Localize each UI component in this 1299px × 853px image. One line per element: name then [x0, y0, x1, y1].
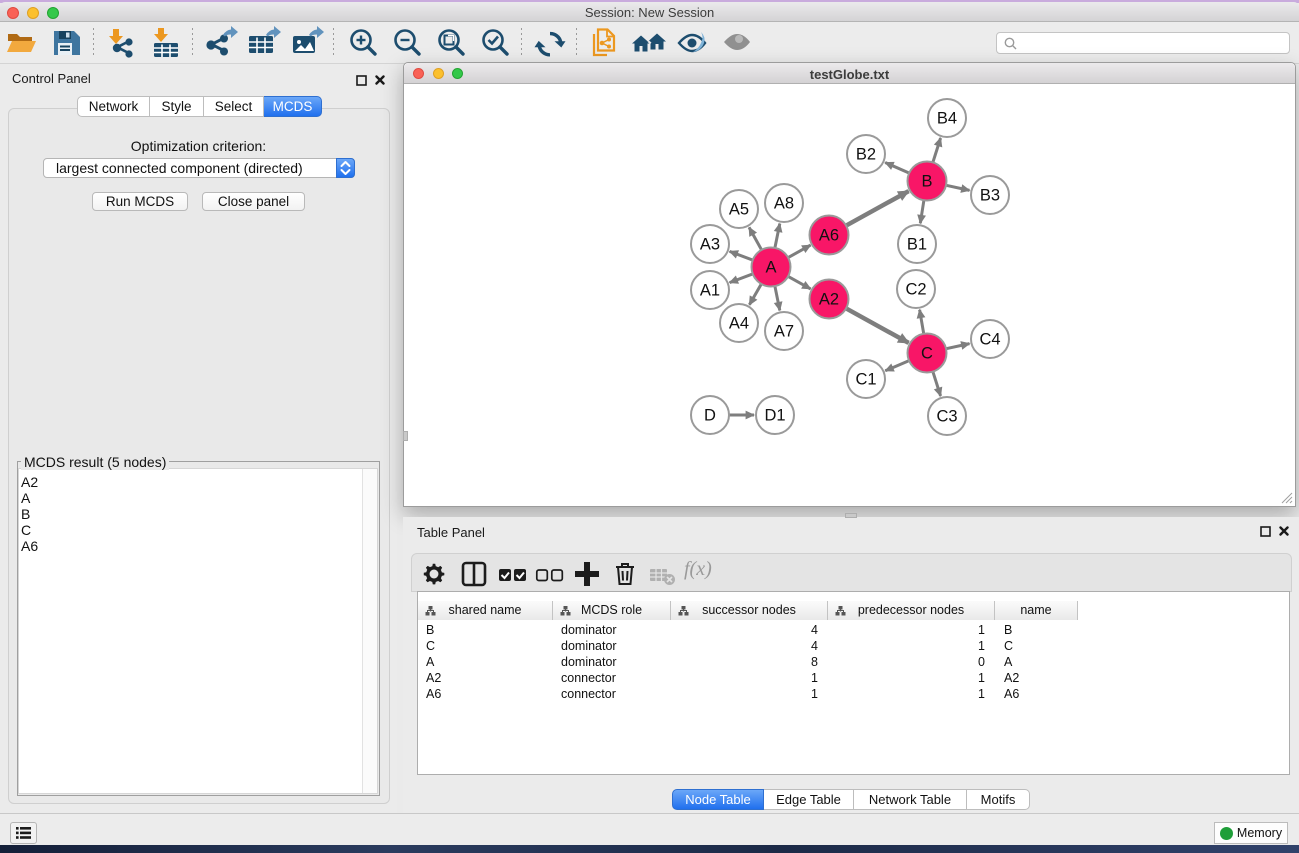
svg-text:B: B — [921, 173, 932, 191]
svg-text:D: D — [704, 407, 716, 425]
svg-text:A3: A3 — [700, 236, 720, 254]
svg-text:C1: C1 — [855, 371, 876, 389]
svg-text:A: A — [765, 259, 776, 277]
svg-text:B4: B4 — [937, 110, 957, 128]
svg-text:C: C — [921, 345, 933, 363]
svg-text:C4: C4 — [979, 331, 1000, 349]
svg-text:A5: A5 — [729, 201, 749, 219]
svg-text:D1: D1 — [764, 407, 785, 425]
svg-text:A4: A4 — [729, 315, 749, 333]
svg-text:A1: A1 — [700, 282, 720, 300]
svg-text:B1: B1 — [907, 236, 927, 254]
svg-text:B3: B3 — [980, 187, 1000, 205]
svg-text:A8: A8 — [774, 195, 794, 213]
svg-text:A2: A2 — [819, 291, 839, 309]
svg-text:C2: C2 — [905, 281, 926, 299]
svg-text:A7: A7 — [774, 323, 794, 341]
svg-text:C3: C3 — [936, 408, 957, 426]
svg-text:B2: B2 — [856, 146, 876, 164]
svg-text:A6: A6 — [819, 227, 839, 245]
